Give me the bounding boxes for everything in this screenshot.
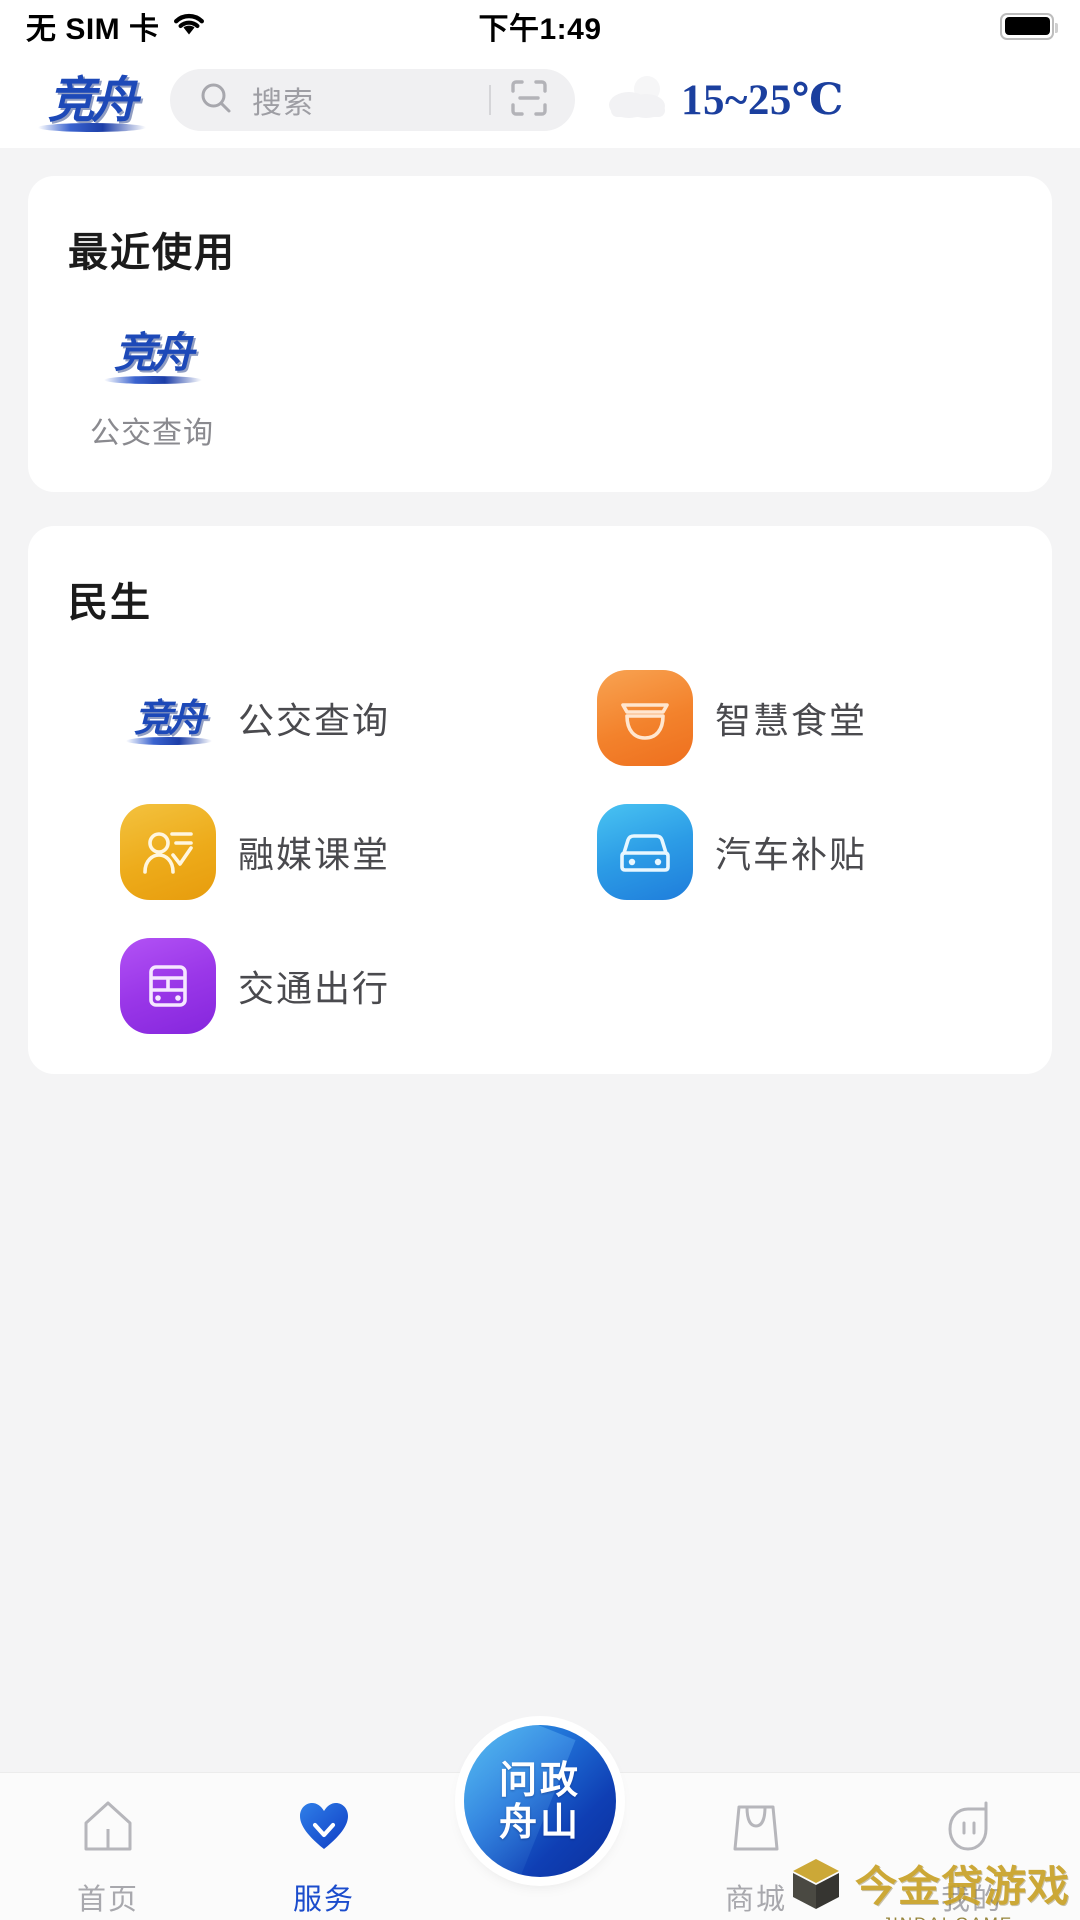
service-item-label: 智慧食堂 (715, 701, 868, 742)
brand-logo-icon: 竞舟 (120, 670, 216, 766)
fab-line-1: 问政 (498, 1757, 581, 1803)
service-item-label: 公交查询 (238, 701, 391, 742)
recently-used-list: 竞舟 公交查询 (68, 320, 1012, 452)
tab-profile[interactable]: 我的 (864, 1795, 1080, 1918)
service-item-label: 汽车补贴 (715, 835, 868, 876)
tab-home[interactable]: 首页 (0, 1795, 216, 1918)
search-divider (489, 85, 491, 115)
service-item-label: 交通出行 (238, 969, 391, 1010)
brand-logo-icon: 竞舟 (98, 320, 206, 386)
profile-icon (940, 1795, 1004, 1862)
wifi-icon (172, 11, 206, 42)
weather-temperature: 15~25℃ (681, 77, 844, 124)
brand-logo-text: 竞舟 (48, 71, 138, 129)
service-item-bus-inquiry[interactable]: 竞舟 公交查询 (68, 670, 535, 766)
list-item[interactable]: 竞舟 公交查询 (68, 320, 236, 452)
livelihood-grid: 竞舟 公交查询 智慧食堂 融媒课堂 汽车补贴 交通出行 (68, 670, 1012, 1034)
livelihood-card: 民生 竞舟 公交查询 智慧食堂 融媒课堂 汽车补贴 交通出行 (28, 526, 1052, 1074)
heart-check-icon (292, 1795, 356, 1862)
home-icon (76, 1795, 140, 1862)
status-bar: 无 SIM 卡 下午1:49 (0, 0, 1080, 52)
search-bar[interactable]: 搜索 (170, 69, 575, 131)
service-item-car-subsidy[interactable]: 汽车补贴 (545, 804, 1012, 900)
cloud-icon (599, 68, 675, 133)
brand-logo-icon[interactable]: 竞舟 (30, 64, 152, 136)
train-icon (120, 938, 216, 1034)
tab-label: 我的 (940, 1882, 1003, 1916)
tab-label: 商城 (724, 1882, 787, 1916)
tab-services[interactable]: 服务 (216, 1795, 432, 1918)
brand-logo-text: 竞舟 (133, 696, 206, 740)
brand-logo-text: 竞舟 (113, 328, 194, 377)
tab-mall[interactable]: 商城 (648, 1795, 864, 1918)
bowl-icon (597, 670, 693, 766)
brand-logo-swoosh (104, 376, 202, 384)
bottom-tab-bar: 首页 服务 问政 舟山 商城 我的 今金贷游戏 (0, 1725, 1080, 1920)
tab-label: 服务 (292, 1882, 355, 1916)
brand-logo-swoosh (38, 123, 146, 132)
car-icon (597, 804, 693, 900)
main-content: 最近使用 竞舟 公交查询 民生 竞舟 公交查询 智慧食堂 融媒课堂 汽车补贴 交… (0, 148, 1080, 1074)
status-bar-left: 无 SIM 卡 (26, 4, 206, 48)
service-item-media-classroom[interactable]: 融媒课堂 (68, 804, 535, 900)
scan-icon[interactable] (509, 78, 549, 123)
search-icon (198, 80, 234, 121)
app-header: 竞舟 搜索 15~25℃ (0, 52, 1080, 148)
search-input[interactable]: 搜索 (252, 78, 489, 122)
weather-widget[interactable]: 15~25℃ (599, 68, 844, 133)
status-bar-right (1000, 12, 1058, 40)
tab-label: 首页 (76, 1882, 139, 1916)
brand-logo-swoosh (126, 737, 212, 745)
service-item-transportation[interactable]: 交通出行 (68, 938, 535, 1034)
fab-line-2: 舟山 (498, 1799, 581, 1844)
carrier-label: 无 SIM 卡 (26, 13, 160, 46)
list-item-label: 公交查询 (90, 417, 214, 450)
recently-used-card: 最近使用 竞舟 公交查询 (28, 176, 1052, 492)
shopping-bag-icon (724, 1795, 788, 1862)
fab-icon[interactable]: 问政 舟山 (464, 1725, 616, 1877)
service-item-label: 融媒课堂 (238, 835, 391, 876)
recently-used-title: 最近使用 (68, 229, 236, 276)
battery-fill (1004, 17, 1050, 35)
service-item-smart-canteen[interactable]: 智慧食堂 (545, 670, 1012, 766)
livelihood-title: 民生 (68, 579, 152, 626)
battery-icon (1000, 12, 1058, 40)
person-card-icon (120, 804, 216, 900)
